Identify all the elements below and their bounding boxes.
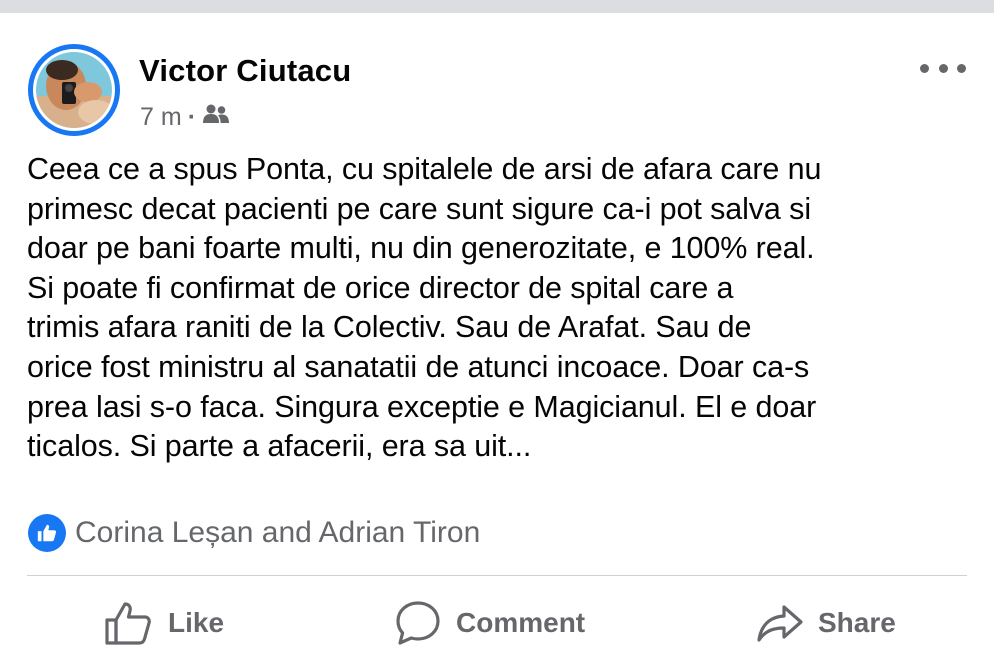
- post-time[interactable]: 7 m: [140, 103, 182, 132]
- reactions-summary[interactable]: Corina Leșan and Adrian Tiron: [28, 514, 480, 552]
- share-arrow-icon: [756, 603, 804, 643]
- comment-button[interactable]: Comment: [394, 598, 585, 648]
- post-meta: 7 m ·: [140, 103, 230, 132]
- more-dot: [938, 63, 948, 73]
- actions-divider: [27, 575, 967, 576]
- share-label: Share: [818, 607, 896, 638]
- top-bar: [0, 0, 994, 13]
- more-dot: [920, 63, 929, 73]
- comment-bubble-icon: [394, 599, 442, 647]
- meta-separator: ·: [187, 103, 197, 131]
- thumbs-up-icon: [104, 600, 154, 646]
- more-dot: [957, 63, 966, 73]
- author-name[interactable]: Victor Ciutacu: [139, 53, 351, 89]
- avatar[interactable]: [28, 44, 120, 136]
- friends-icon[interactable]: [202, 103, 230, 132]
- avatar-photo: [33, 49, 115, 131]
- reactor-names: Corina Leșan and Adrian Tiron: [75, 516, 481, 549]
- like-reaction-icon: [28, 514, 66, 552]
- comment-label: Comment: [456, 607, 586, 638]
- share-button[interactable]: Share: [756, 598, 896, 648]
- like-button[interactable]: Like: [104, 598, 224, 648]
- like-label: Like: [168, 607, 225, 638]
- post-text: Ceea ce a spus Ponta, cu spitalele de ar…: [27, 152, 822, 464]
- more-options-icon[interactable]: [920, 58, 966, 78]
